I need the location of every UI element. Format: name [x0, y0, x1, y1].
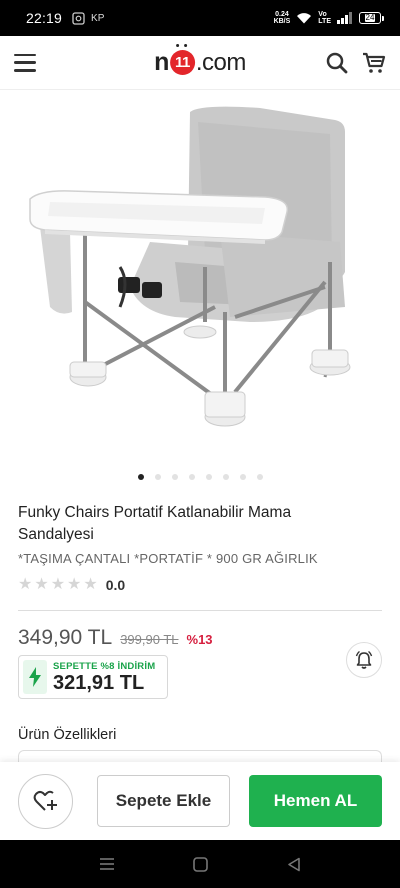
- cart-icon[interactable]: [362, 52, 386, 74]
- star-icon: ★: [34, 576, 49, 593]
- gallery-dot[interactable]: [171, 474, 178, 480]
- site-header: n 11 .com: [0, 36, 400, 90]
- logo-prefix: n: [154, 48, 169, 76]
- volte-bottom: LTE: [318, 18, 331, 25]
- signal-icon: [337, 12, 352, 24]
- status-bar: 22:19 KP 0.24 KB/S Vo LTE 24: [0, 0, 400, 36]
- features-title: Ürün Özellikleri: [18, 727, 117, 743]
- battery-indicator: 24: [359, 12, 384, 24]
- battery-level: 24: [364, 13, 376, 22]
- gallery-dot[interactable]: [188, 474, 195, 480]
- gallery-dot[interactable]: [239, 474, 246, 480]
- cart-discount-label: SEPETTE %8 İNDİRİM: [53, 660, 156, 672]
- home-icon[interactable]: [193, 856, 209, 872]
- rating-score: 0.0: [105, 577, 126, 593]
- old-price: 399,90 TL: [120, 632, 179, 647]
- logo-mark: 11: [169, 44, 195, 75]
- product-title: Funky Chairs Portatif Katlanabilir Mama …: [18, 504, 292, 543]
- add-favorite-button[interactable]: [18, 773, 73, 829]
- add-to-cart-button[interactable]: Sepete Ekle: [97, 775, 230, 827]
- status-notifications: KP: [72, 11, 105, 25]
- volte-indicator: Vo LTE: [318, 11, 331, 25]
- product-image[interactable]: [0, 92, 400, 462]
- heart-plus-icon: [33, 790, 57, 811]
- gallery-dot[interactable]: [137, 474, 144, 480]
- star-icon: ★: [83, 576, 98, 593]
- volte-top: Vo: [318, 11, 327, 18]
- network-speed-value: 0.24: [275, 11, 289, 18]
- system-nav-bar: [0, 840, 400, 888]
- site-logo[interactable]: n 11 .com: [154, 44, 247, 77]
- star-icon: ★: [18, 576, 33, 593]
- price: 349,90 TL: [18, 626, 113, 649]
- divider: [18, 610, 382, 611]
- carrier-label: KP: [91, 12, 105, 24]
- price-row: 349,90 TL 399,90 TL %13: [18, 626, 213, 650]
- buy-now-button[interactable]: Hemen AL: [249, 775, 382, 827]
- cart-discount-box: SEPETTE %8 İNDİRİM 321,91 TL: [18, 655, 168, 699]
- back-icon[interactable]: [287, 857, 301, 872]
- status-time: 22:19: [26, 10, 63, 26]
- gallery-pagination: [0, 474, 400, 480]
- photo-notification-icon: [72, 11, 85, 25]
- bolt-icon: [23, 660, 47, 694]
- star-icon: ★: [67, 576, 82, 593]
- cart-discount-price: 321,91 TL: [53, 671, 145, 694]
- star-icon: ★: [50, 576, 66, 593]
- product-rating[interactable]: ★ ★ ★ ★ ★ 0.0: [18, 576, 126, 594]
- search-icon[interactable]: [326, 52, 348, 74]
- discount-percent: %13: [186, 632, 213, 647]
- gallery-dot[interactable]: [154, 474, 161, 480]
- network-speed-unit: KB/S: [273, 18, 291, 25]
- gallery-dot[interactable]: [222, 474, 229, 480]
- product-subtitle: *TAŞIMA ÇANTALI *PORTATİF * 900 GR AĞIRL…: [18, 551, 318, 566]
- wifi-icon: [297, 13, 312, 24]
- hamburger-icon[interactable]: [14, 53, 36, 72]
- network-speed: 0.24 KB/S: [274, 11, 291, 25]
- gallery-dot[interactable]: [205, 474, 212, 480]
- bottom-action-bar: Sepete Ekle Hemen AL: [0, 762, 400, 840]
- alarm-bell-icon: [355, 650, 373, 669]
- logo-suffix: .com: [195, 48, 247, 76]
- price-alarm-button[interactable]: [346, 642, 382, 678]
- gallery-dot[interactable]: [256, 474, 263, 480]
- recent-apps-icon[interactable]: [99, 857, 115, 871]
